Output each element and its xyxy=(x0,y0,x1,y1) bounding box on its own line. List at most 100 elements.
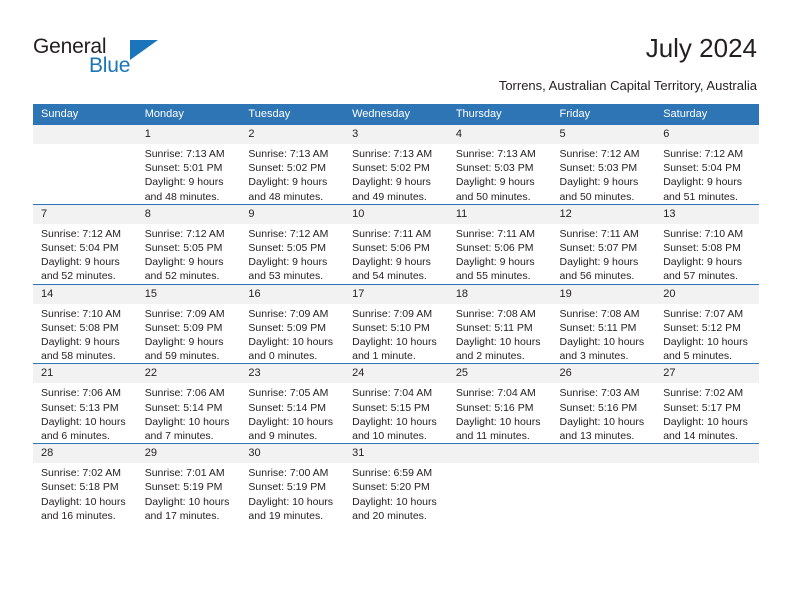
sunset-text: Sunset: 5:13 PM xyxy=(41,401,119,414)
sunrise-text: Sunrise: 7:09 AM xyxy=(248,307,329,320)
calendar-day-cell[interactable]: 19 Sunrise: 7:08 AM Sunset: 5:11 PM Dayligh… xyxy=(551,283,656,364)
calendar-day-cell[interactable]: 17 Sunrise: 7:09 AM Sunset: 5:10 PM Dayligh… xyxy=(344,283,448,364)
daylight-text-line2: and 50 minutes. xyxy=(455,190,531,203)
sunrise-text: Sunrise: 7:08 AM xyxy=(559,307,640,320)
sunset-text: Sunset: 5:19 PM xyxy=(144,481,223,494)
logo-triangle-icon xyxy=(130,40,158,60)
sunset-text: Sunset: 5:08 PM xyxy=(41,321,119,334)
calendar-day-cell[interactable]: 22 Sunrise: 7:06 AM Sunset: 5:14 PM Dayligh… xyxy=(136,363,241,444)
daylight-text-line2: and 52 minutes. xyxy=(41,270,116,283)
calendar-day-cell[interactable]: 26 Sunrise: 7:03 AM Sunset: 5:16 PM Dayligh… xyxy=(551,363,656,444)
day-number xyxy=(655,444,759,464)
calendar-day-cell[interactable]: 24 Sunrise: 7:04 AM Sunset: 5:15 PM Dayligh… xyxy=(344,363,448,444)
sunset-text: Sunset: 5:06 PM xyxy=(352,242,430,255)
day-details: Sunrise: 7:07 AM Sunset: 5:12 PM Daylight:… xyxy=(655,304,759,364)
calendar-day-cell[interactable]: 30 Sunrise: 7:00 AM Sunset: 5:19 PM Dayligh… xyxy=(240,443,345,524)
day-details: Sunrise: 7:13 AM Sunset: 5:02 PM Daylight:… xyxy=(344,144,448,204)
calendar-day-cell[interactable]: 16 Sunrise: 7:09 AM Sunset: 5:09 PM Dayligh… xyxy=(240,283,345,364)
sunset-text: Sunset: 5:16 PM xyxy=(559,401,638,414)
calendar-day-cell[interactable]: 12 Sunrise: 7:11 AM Sunset: 5:07 PM Dayligh… xyxy=(551,203,656,285)
calendar-day-cell[interactable]: 14 Sunrise: 7:10 AM Sunset: 5:08 PM Dayligh… xyxy=(33,283,137,364)
calendar-day-cell[interactable]: 20 Sunrise: 7:07 AM Sunset: 5:12 PM Dayligh… xyxy=(655,283,759,364)
sunset-text: Sunset: 5:19 PM xyxy=(248,481,327,494)
daylight-text-line2: and 2 minutes. xyxy=(455,350,525,363)
daylight-text-line2: and 5 minutes. xyxy=(663,350,733,363)
sunrise-text: Sunrise: 7:13 AM xyxy=(144,148,225,160)
daylight-text-line1: Daylight: 9 hours xyxy=(41,336,120,349)
calendar-day-cell[interactable]: 4 Sunrise: 7:13 AM Sunset: 5:03 PM Daylight… xyxy=(447,125,552,204)
page-header: General Blue July 2024 Torrens, Australi… xyxy=(0,0,792,104)
calendar-day-cell[interactable]: 7 Sunrise: 7:12 AM Sunset: 5:04 PM Daylight… xyxy=(33,203,137,285)
calendar-day-cell[interactable]: 31 Sunrise: 6:59 AM Sunset: 5:20 PM Dayligh… xyxy=(344,443,448,524)
daylight-text-line2: and 1 minute. xyxy=(352,350,416,363)
calendar-day-cell[interactable]: 3 Sunrise: 7:13 AM Sunset: 5:02 PM Daylight… xyxy=(344,125,448,204)
calendar-day-cell[interactable]: 2 Sunrise: 7:13 AM Sunset: 5:02 PM Daylight… xyxy=(240,125,345,204)
day-number: 12 xyxy=(551,204,656,224)
day-details: Sunrise: 7:09 AM Sunset: 5:09 PM Daylight:… xyxy=(240,304,344,364)
sunrise-text: Sunrise: 7:03 AM xyxy=(559,387,640,400)
daylight-text-line2: and 9 minutes. xyxy=(248,430,318,443)
daylight-text-line1: Daylight: 10 hours xyxy=(352,495,437,508)
calendar-day-cell[interactable]: 1 Sunrise: 7:13 AM Sunset: 5:01 PM Daylight… xyxy=(136,125,241,204)
day-details: Sunrise: 7:12 AM Sunset: 5:04 PM Daylight:… xyxy=(33,224,137,284)
calendar-day-cell[interactable]: 27 Sunrise: 7:02 AM Sunset: 5:17 PM Dayligh… xyxy=(655,363,759,444)
sunrise-text: Sunrise: 7:07 AM xyxy=(663,307,744,320)
daylight-text-line2: and 58 minutes. xyxy=(41,350,116,363)
day-number xyxy=(447,444,552,464)
day-number: 9 xyxy=(240,204,345,224)
day-number: 4 xyxy=(447,125,552,144)
day-number: 15 xyxy=(136,284,241,304)
calendar-day-cell[interactable]: 5 Sunrise: 7:12 AM Sunset: 5:03 PM Daylight… xyxy=(551,125,656,204)
calendar-day-cell[interactable]: 11 Sunrise: 7:11 AM Sunset: 5:06 PM Dayligh… xyxy=(447,203,552,285)
weekday-header-sunday: Sunday xyxy=(33,104,137,125)
calendar-week-row: 7 Sunrise: 7:12 AM Sunset: 5:04 PM Daylight… xyxy=(33,203,759,285)
day-number: 1 xyxy=(136,125,241,144)
calendar-week-row: 21 Sunrise: 7:06 AM Sunset: 5:13 PM Dayligh… xyxy=(33,363,759,444)
daylight-text-line1: Daylight: 10 hours xyxy=(352,336,437,349)
calendar-day-cell[interactable]: 18 Sunrise: 7:08 AM Sunset: 5:11 PM Dayligh… xyxy=(447,283,552,364)
day-number: 17 xyxy=(344,284,448,304)
day-details: Sunrise: 7:04 AM Sunset: 5:16 PM Daylight:… xyxy=(448,383,552,443)
calendar-day-cell[interactable]: 15 Sunrise: 7:09 AM Sunset: 5:09 PM Dayligh… xyxy=(136,283,241,364)
daylight-text-line2: and 54 minutes. xyxy=(352,270,427,283)
calendar-day-cell[interactable]: 6 Sunrise: 7:12 AM Sunset: 5:04 PM Daylight… xyxy=(655,125,759,204)
sunrise-text: Sunrise: 7:04 AM xyxy=(455,387,536,400)
daylight-text-line2: and 0 minutes. xyxy=(248,350,318,363)
day-number: 22 xyxy=(136,364,241,384)
sunrise-text: Sunrise: 7:11 AM xyxy=(455,227,535,240)
daylight-text-line1: Daylight: 10 hours xyxy=(144,415,230,428)
sunrise-text: Sunrise: 7:05 AM xyxy=(248,387,329,400)
sunset-text: Sunset: 5:04 PM xyxy=(663,162,741,175)
daylight-text-line1: Daylight: 10 hours xyxy=(144,495,230,508)
sunset-text: Sunset: 5:10 PM xyxy=(352,321,430,334)
sunset-text: Sunset: 5:05 PM xyxy=(248,242,327,255)
day-number: 16 xyxy=(240,284,345,304)
day-details: Sunrise: 7:08 AM Sunset: 5:11 PM Daylight:… xyxy=(448,304,552,364)
sunset-text: Sunset: 5:14 PM xyxy=(248,401,327,414)
daylight-text-line1: Daylight: 9 hours xyxy=(455,256,535,269)
day-details: Sunrise: 7:11 AM Sunset: 5:07 PM Daylight:… xyxy=(552,224,656,284)
calendar-day-cell[interactable]: 23 Sunrise: 7:05 AM Sunset: 5:14 PM Dayligh… xyxy=(240,363,345,444)
daylight-text-line1: Daylight: 10 hours xyxy=(248,336,334,349)
daylight-text-line1: Daylight: 9 hours xyxy=(559,176,639,189)
calendar-day-cell[interactable]: 29 Sunrise: 7:01 AM Sunset: 5:19 PM Dayligh… xyxy=(136,443,241,524)
calendar-day-cell[interactable]: 9 Sunrise: 7:12 AM Sunset: 5:05 PM Daylight… xyxy=(240,203,345,285)
calendar-day-cell[interactable]: 10 Sunrise: 7:11 AM Sunset: 5:06 PM Dayligh… xyxy=(344,203,448,285)
calendar-day-cell[interactable]: 13 Sunrise: 7:10 AM Sunset: 5:08 PM Dayligh… xyxy=(655,203,759,285)
day-details: Sunrise: 7:02 AM Sunset: 5:17 PM Daylight:… xyxy=(655,383,759,443)
calendar-day-cell[interactable]: 25 Sunrise: 7:04 AM Sunset: 5:16 PM Dayligh… xyxy=(447,363,552,444)
sunrise-text: Sunrise: 7:12 AM xyxy=(248,227,329,240)
day-number: 8 xyxy=(136,204,241,224)
sunrise-text: Sunrise: 7:13 AM xyxy=(248,148,329,160)
calendar-day-cell[interactable]: 28 Sunrise: 7:02 AM Sunset: 5:18 PM Dayligh… xyxy=(33,443,137,524)
calendar-day-cell[interactable]: 21 Sunrise: 7:06 AM Sunset: 5:13 PM Dayligh… xyxy=(33,363,137,444)
daylight-text-line1: Daylight: 10 hours xyxy=(559,336,645,349)
day-details: Sunrise: 7:13 AM Sunset: 5:02 PM Daylight:… xyxy=(240,144,344,204)
calendar-day-cell[interactable]: 8 Sunrise: 7:12 AM Sunset: 5:05 PM Daylight… xyxy=(136,203,241,285)
sunset-text: Sunset: 5:01 PM xyxy=(144,162,223,175)
day-number: 26 xyxy=(551,364,656,384)
daylight-text-line1: Daylight: 9 hours xyxy=(144,256,224,269)
sunset-text: Sunset: 5:11 PM xyxy=(559,321,637,334)
daylight-text-line1: Daylight: 10 hours xyxy=(41,415,126,428)
daylight-text-line2: and 20 minutes. xyxy=(352,509,427,522)
